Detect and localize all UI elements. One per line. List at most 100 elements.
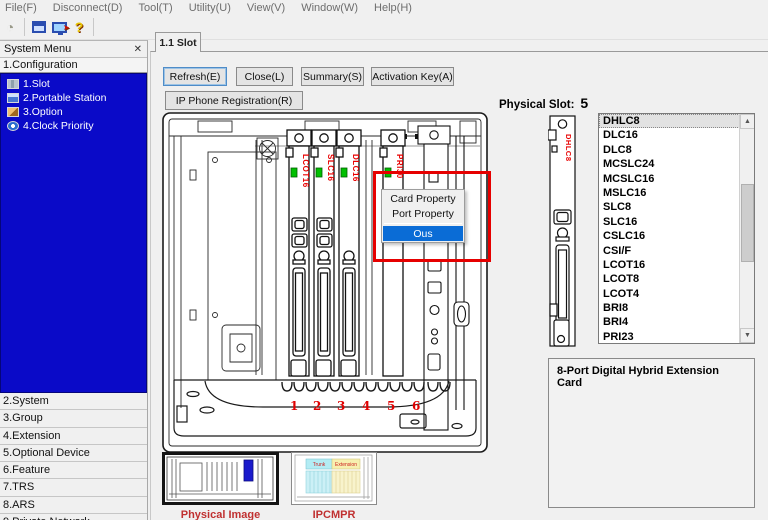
card-label: SLC16 [326, 154, 335, 181]
physical-image-thumbnail[interactable] [162, 452, 279, 505]
card-slot-3[interactable]: DLC16 [336, 130, 361, 376]
menu-item[interactable]: Disconnect(D) [53, 2, 123, 14]
slot-number-5: 5 [387, 399, 395, 413]
card-type-list-item[interactable]: DHLC8 [599, 114, 754, 128]
toolbar-separator [24, 18, 25, 36]
sidebar-section-item[interactable]: 9.Private Network [0, 514, 147, 520]
card-slot-1[interactable]: LCOT16 [286, 130, 311, 376]
clock-icon [7, 121, 19, 131]
sidebar-section-item[interactable]: 7.TRS [0, 479, 147, 496]
context-menu-item-card-property[interactable]: Card Property [383, 191, 463, 206]
card-label: PRI30 [395, 154, 404, 179]
card-label: LCOT16 [301, 154, 310, 188]
physical-slot-indicator: Physical Slot: 5 [499, 95, 588, 111]
menu-item[interactable]: View(V) [247, 2, 285, 14]
card-type-list-item[interactable]: PRI23 [599, 330, 754, 344]
card-type-list-item[interactable]: DLC8 [599, 143, 754, 157]
tab-1-1-slot[interactable]: 1.1 Slot [155, 32, 201, 52]
physical-slot-label: Physical Slot: [499, 99, 574, 111]
sidebar-item-label: 1.Slot [23, 78, 50, 90]
card-type-list-item[interactable]: MSLC16 [599, 186, 754, 200]
activation-key-button[interactable]: Activation Key(A) [371, 67, 454, 86]
scroll-down-icon[interactable]: ▼ [740, 328, 755, 343]
ip-phone-registration-button[interactable]: IP Phone Registration(R) [165, 91, 303, 110]
summary-button[interactable]: Summary(S) [301, 67, 364, 86]
sidebar-item-label: 4.Clock Priority [23, 120, 94, 132]
configuration-submenu: 1.Slot 2.Portable Station 3.Option 4.Clo… [0, 73, 147, 393]
card-type-list-item[interactable]: CSI/F [599, 244, 754, 258]
trunk-label: Trunk [313, 462, 326, 468]
sidebar-item-label: 2.Portable Station [23, 92, 106, 104]
card-type-list: DHLC8DLC16DLC8MCSLC24MCSLC16MSLC16SLC8SL… [598, 113, 755, 344]
sidebar-title: System Menu [4, 43, 71, 55]
card-type-list-item[interactable]: BRI4 [599, 315, 754, 329]
sidebar: System Menu ✕ 1.Configuration 1.Slot 2.P… [0, 40, 148, 520]
cabinet-drawing: LCOT16 SLC16 DLC16 [160, 110, 490, 455]
card-description-box: 8-Port Digital Hybrid Extension Card [548, 358, 755, 508]
slot-number-1: 1 [290, 399, 298, 413]
toolbar-separator [93, 18, 94, 36]
help-icon[interactable]: ? [69, 18, 89, 36]
slot-number-2: 2 [313, 399, 321, 413]
slot-number-4: 4 [362, 399, 370, 413]
sidebar-section-item[interactable]: 3.Group [0, 410, 147, 427]
sidebar-item-portable-station[interactable]: 2.Portable Station [1, 91, 146, 104]
menu-item[interactable]: Tool(T) [138, 2, 172, 14]
ipcmpr-thumbnail[interactable]: Trunk Extension [291, 452, 377, 505]
menu-item[interactable]: File(F) [5, 2, 37, 14]
window-icon[interactable] [29, 18, 49, 36]
scroll-up-icon[interactable]: ▲ [740, 114, 755, 129]
extension-label: Extension [335, 462, 357, 468]
card-type-list-item[interactable]: DLC16 [599, 128, 754, 142]
card-type-list-item[interactable]: LCOT8 [599, 272, 754, 286]
sidebar-header: System Menu ✕ [0, 41, 147, 58]
close-button[interactable]: Close(L) [236, 67, 293, 86]
sidebar-item-configuration[interactable]: 1.Configuration [0, 58, 147, 73]
context-menu-item-port-property[interactable]: Port Property [383, 206, 463, 221]
slot-number-6: 6 [412, 399, 420, 413]
menu-bar: File(F) Disconnect(D) Tool(T) Utility(U) Vie… [0, 0, 768, 15]
menu-item[interactable]: Help(H) [374, 2, 412, 14]
sidebar-item-clock-priority[interactable]: 4.Clock Priority [1, 119, 146, 132]
portable-station-icon [7, 93, 19, 103]
card-description-text: 8-Port Digital Hybrid Extension Card [557, 365, 719, 389]
context-menu: Card Property Port Property Ous [381, 189, 465, 243]
card-type-list-item[interactable]: MCSLC24 [599, 157, 754, 171]
context-menu-separator [384, 223, 462, 224]
sidebar-item-slot[interactable]: 1.Slot [1, 77, 146, 90]
close-icon[interactable]: ✕ [134, 44, 142, 55]
refresh-button[interactable]: Refresh(E) [163, 67, 227, 86]
physical-image-thumbnail-label[interactable]: Physical Image [162, 509, 279, 520]
card-type-list-items: DHLC8DLC16DLC8MCSLC24MCSLC16MSLC16SLC8SL… [599, 114, 754, 344]
selected-card-preview: DHLC8 [548, 112, 578, 350]
card-type-list-item[interactable]: SLC16 [599, 215, 754, 229]
card-type-list-item[interactable]: BRI8 [599, 301, 754, 315]
sidebar-section-item[interactable]: 2.System [0, 393, 147, 410]
sidebar-section-item[interactable]: 5.Optional Device [0, 445, 147, 462]
sidebar-section-item[interactable]: 8.ARS [0, 497, 147, 514]
sidebar-section-item[interactable]: 6.Feature [0, 462, 147, 479]
ipcmpr-thumbnail-label[interactable]: IPCMPR [291, 509, 377, 520]
scrollbar[interactable]: ▲ ▼ [739, 114, 754, 343]
application-window: File(F) Disconnect(D) Tool(T) Utility(U) Vie… [0, 0, 768, 520]
card-slot-2[interactable]: SLC16 [311, 130, 336, 376]
card-type-list-item[interactable]: LCOT16 [599, 258, 754, 272]
sidebar-section-item[interactable]: 4.Extension [0, 428, 147, 445]
sidebar-sections: 2.System3.Group4.Extension5.Optional Dev… [0, 393, 147, 520]
menu-item[interactable]: Window(W) [301, 2, 358, 14]
card-slot-4[interactable]: PRI30 [380, 130, 405, 376]
context-menu-item-ous[interactable]: Ous [383, 226, 463, 241]
physical-slot-value: 5 [580, 95, 588, 111]
card-type-list-item[interactable]: MCSLC16 [599, 172, 754, 186]
card-type-list-item[interactable]: CSLC16 [599, 229, 754, 243]
sidebar-item-option[interactable]: 3.Option [1, 105, 146, 118]
slot-number-3: 3 [337, 399, 345, 413]
slot-icon [7, 79, 19, 89]
menu-item[interactable]: Utility(U) [189, 2, 231, 14]
card-label: DLC16 [351, 154, 360, 182]
card-type-list-item[interactable]: LCOT4 [599, 287, 754, 301]
connect-icon[interactable]: ◔ [0, 18, 20, 36]
option-icon [7, 107, 19, 117]
scrollbar-thumb[interactable] [741, 184, 754, 262]
card-type-list-item[interactable]: SLC8 [599, 200, 754, 214]
